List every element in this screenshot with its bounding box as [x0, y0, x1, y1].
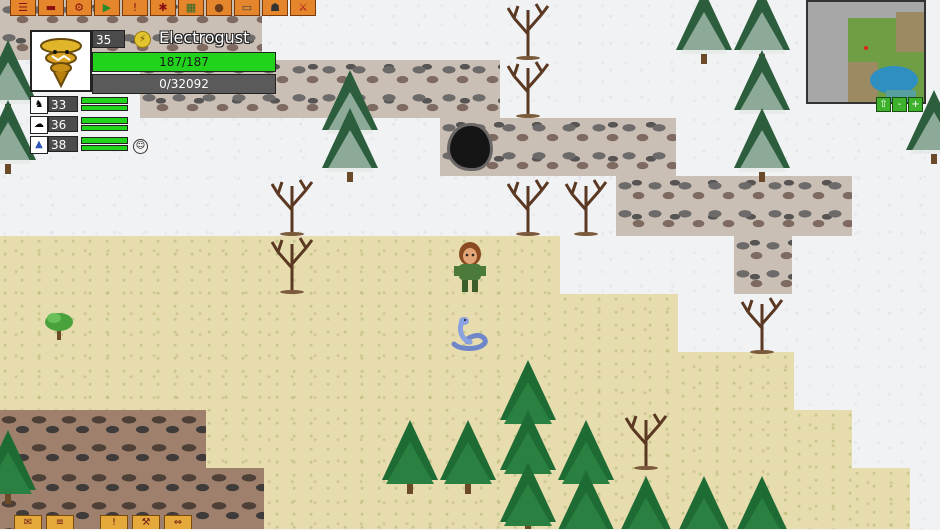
player-name: Electrogust	[159, 28, 250, 47]
party-member[interactable]: ♞ 33	[30, 96, 130, 114]
figure-icon[interactable]: ✱	[150, 0, 176, 16]
health-text: 187/187	[159, 55, 209, 69]
sword-icon[interactable]: ⚔	[290, 0, 316, 16]
minimap-controls: ⇧ - +	[876, 97, 923, 112]
party-level: 38	[48, 136, 78, 152]
pine-tree	[676, 476, 732, 529]
map-icon[interactable]: ▦	[178, 0, 204, 16]
pine-tree	[382, 420, 438, 494]
grass-terrain	[794, 410, 852, 529]
ghost-icon: ☁	[30, 116, 48, 134]
gear-icon[interactable]: ⚙	[66, 0, 92, 16]
minimap-zoom-out-button[interactable]: -	[892, 97, 907, 112]
alert-icon[interactable]: !	[122, 0, 148, 16]
player-portrait[interactable]	[30, 30, 92, 92]
rock-path	[616, 176, 852, 236]
bare-tree	[564, 179, 608, 236]
ice-icon: ▲	[30, 136, 48, 154]
book-icon[interactable]: ▭	[234, 0, 260, 16]
party-energy-bar	[81, 125, 128, 131]
gargoyle-icon: ♞	[30, 96, 48, 114]
party-health-bar	[81, 97, 128, 104]
party-energy-bar	[81, 105, 128, 111]
party-level: 36	[48, 116, 78, 132]
pine-tree	[676, 0, 732, 64]
bare-tree	[270, 179, 314, 236]
experience-bar: 0/32092	[92, 74, 276, 94]
minimap-toggle-button[interactable]: ⇧	[876, 97, 891, 112]
party-member[interactable]: ☁ 36	[30, 116, 130, 134]
party-health-bar	[81, 137, 128, 144]
party-health-bar	[81, 117, 128, 124]
pine-tree	[558, 470, 614, 529]
main-toolbar: ☰ ▬ ⚙ ▶ ! ✱ ▦ ● ▭ ☗ ⚔	[10, 0, 316, 16]
bare-tree	[506, 61, 550, 118]
player-level: 35	[92, 30, 125, 48]
bare-tree	[624, 413, 668, 470]
pine-tree	[500, 462, 556, 529]
cave-entrance[interactable]	[450, 126, 490, 168]
chat-icon[interactable]: ✉	[14, 515, 42, 529]
pine-tree	[734, 108, 790, 182]
minimap-zoom-in-button[interactable]: +	[908, 97, 923, 112]
status-face-icon[interactable]: ☺	[133, 139, 148, 154]
party-level: 33	[48, 96, 78, 112]
pine-tree	[734, 476, 790, 529]
bare-tree	[506, 3, 550, 60]
wrench-icon[interactable]: ⚒	[132, 515, 160, 529]
grass-terrain	[852, 468, 910, 529]
scroll-icon[interactable]: ≡	[46, 515, 74, 529]
pine-tree	[0, 430, 36, 504]
party-energy-bar	[81, 145, 128, 151]
sapling	[45, 313, 73, 340]
minimap[interactable]	[806, 0, 926, 104]
serpent[interactable]	[448, 314, 490, 352]
bottom-toolbar: ✉ ≡ ! ⚒ ⇔	[14, 515, 192, 529]
menu-icon[interactable]: ▬	[38, 0, 64, 16]
pine-tree	[440, 420, 496, 494]
pine-tree	[322, 108, 378, 182]
health-bar: 187/187	[92, 52, 276, 72]
party-member[interactable]: ▲ 38	[30, 136, 130, 154]
arrows-icon[interactable]: ⇔	[164, 515, 192, 529]
experience-text: 0/32092	[159, 77, 209, 91]
play-icon[interactable]: ▶	[94, 0, 120, 16]
trader-npc[interactable]	[450, 240, 490, 294]
quest-log-icon[interactable]: ☰	[10, 0, 36, 16]
minimap-terrain	[808, 2, 924, 102]
bare-tree	[270, 237, 314, 294]
pine-tree	[618, 476, 674, 529]
alert-icon[interactable]: !	[100, 515, 128, 529]
lightning-icon: ⚡	[134, 31, 151, 48]
whirlwind-creature-icon	[40, 38, 82, 89]
bare-tree	[740, 297, 784, 354]
bare-tree	[506, 179, 550, 236]
bag-icon[interactable]: ●	[206, 0, 232, 16]
rock-path	[734, 236, 792, 294]
witch-icon[interactable]: ☗	[262, 0, 288, 16]
